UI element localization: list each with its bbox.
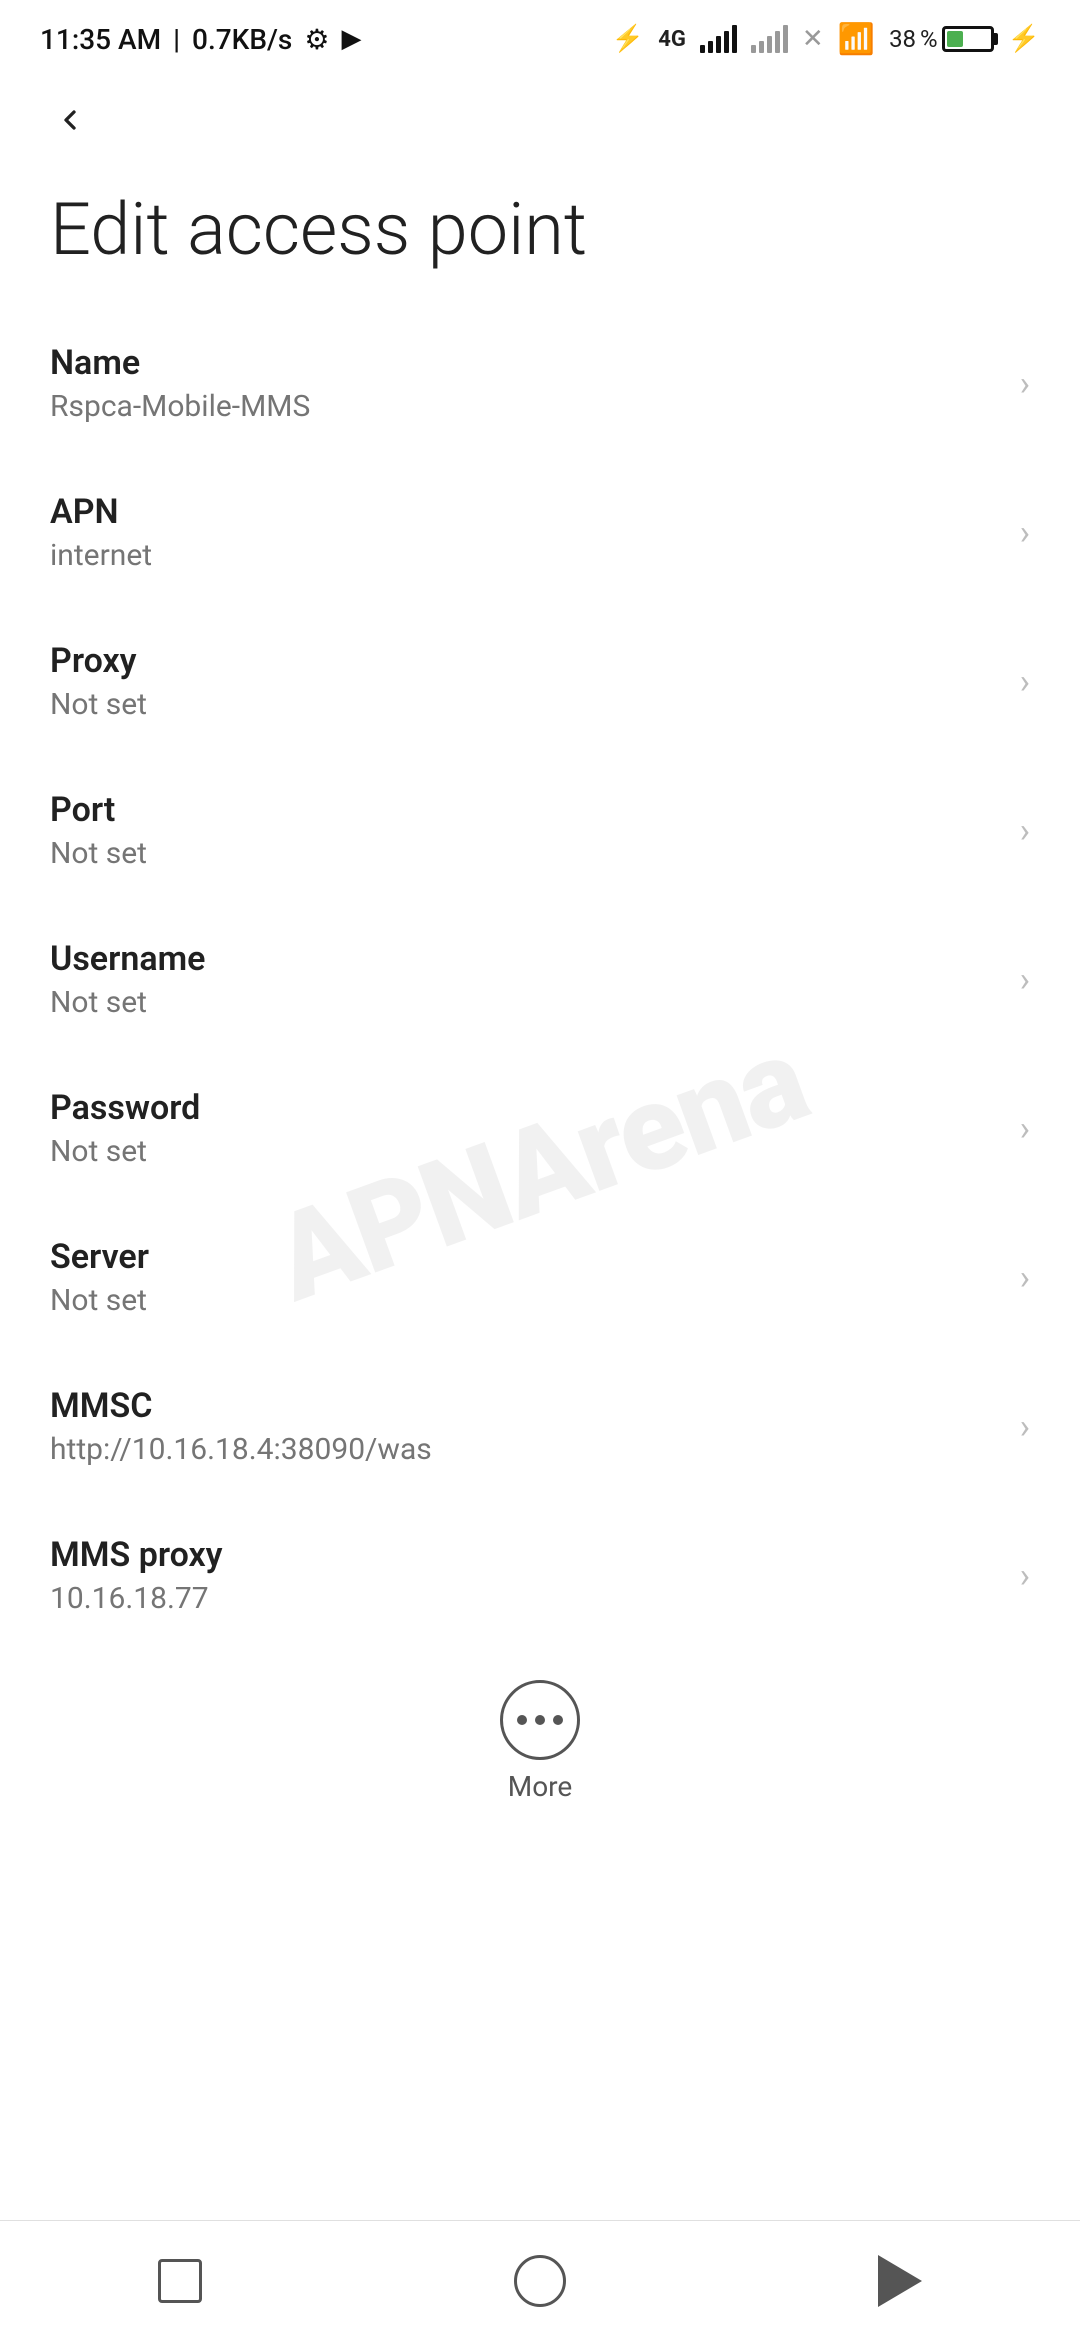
- settings-item-mms-proxy[interactable]: MMS proxy 10.16.18.77 ›: [0, 1501, 1080, 1650]
- battery-percent: 38: [889, 25, 916, 53]
- settings-item-content-proxy: Proxy Not set: [50, 641, 1000, 722]
- back-icon: [878, 2255, 922, 2307]
- settings-item-title-username: Username: [50, 939, 1000, 979]
- dot-2: [535, 1715, 545, 1725]
- time-display: 11:35 AM: [40, 23, 161, 56]
- settings-item-title-server: Server: [50, 1237, 1000, 1277]
- recents-icon: [158, 2259, 202, 2303]
- status-left: 11:35 AM | 0.7KB/s ⚙ ▶: [40, 23, 361, 56]
- settings-item-value-port: Not set: [50, 836, 1000, 871]
- settings-item-title-apn: APN: [50, 492, 1000, 532]
- settings-item-server[interactable]: Server Not set ›: [0, 1203, 1080, 1352]
- settings-item-title-port: Port: [50, 790, 1000, 830]
- settings-item-title-mmsc: MMSC: [50, 1386, 1000, 1426]
- battery-box: [942, 26, 994, 52]
- signal-bars-1: [700, 25, 737, 53]
- settings-item-value-password: Not set: [50, 1134, 1000, 1169]
- settings-item-title-mms-proxy: MMS proxy: [50, 1535, 1000, 1575]
- settings-item-name[interactable]: Name Rspca-Mobile-MMS ›: [0, 309, 1080, 458]
- settings-item-content-mms-proxy: MMS proxy 10.16.18.77: [50, 1535, 1000, 1616]
- settings-item-value-mms-proxy: 10.16.18.77: [50, 1581, 1000, 1616]
- chevron-icon-name: ›: [1020, 364, 1030, 404]
- settings-item-content-username: Username Not set: [50, 939, 1000, 1020]
- chevron-icon-mmsc: ›: [1020, 1407, 1030, 1447]
- settings-item-apn[interactable]: APN internet ›: [0, 458, 1080, 607]
- settings-item-value-mmsc: http://10.16.18.4:38090/was: [50, 1432, 1000, 1467]
- settings-item-value-apn: internet: [50, 538, 1000, 573]
- status-bar: 11:35 AM | 0.7KB/s ⚙ ▶ ⚡ 4G ✕ 📶: [0, 0, 1080, 70]
- separator: |: [173, 23, 180, 56]
- settings-item-content-apn: APN internet: [50, 492, 1000, 573]
- nav-bar: [0, 2220, 1080, 2340]
- chevron-icon-port: ›: [1020, 811, 1030, 851]
- nav-back-button[interactable]: [860, 2241, 940, 2321]
- settings-item-value-proxy: Not set: [50, 687, 1000, 722]
- bluetooth-icon: ⚡: [612, 24, 644, 54]
- settings-item-password[interactable]: Password Not set ›: [0, 1054, 1080, 1203]
- network-type: 4G: [658, 27, 686, 52]
- status-right: ⚡ 4G ✕ 📶 38 %: [612, 22, 1040, 57]
- nav-home-button[interactable]: [500, 2241, 580, 2321]
- nav-recents-button[interactable]: [140, 2241, 220, 2321]
- dot-1: [517, 1715, 527, 1725]
- gear-icon: ⚙: [304, 23, 329, 56]
- no-signal-icon: ✕: [802, 24, 824, 54]
- settings-item-content-port: Port Not set: [50, 790, 1000, 871]
- settings-item-content-mmsc: MMSC http://10.16.18.4:38090/was: [50, 1386, 1000, 1467]
- settings-item-value-name: Rspca-Mobile-MMS: [50, 389, 1000, 424]
- more-dots-icon: [517, 1715, 563, 1725]
- settings-item-value-username: Not set: [50, 985, 1000, 1020]
- more-button[interactable]: [500, 1680, 580, 1760]
- battery-container: 38 %: [889, 25, 994, 53]
- more-label: More: [508, 1770, 573, 1803]
- settings-item-title-name: Name: [50, 343, 1000, 383]
- battery-percent-sign: %: [920, 25, 938, 53]
- wifi-icon: 📶: [838, 22, 875, 57]
- battery-fill: [947, 31, 963, 47]
- settings-item-port[interactable]: Port Not set ›: [0, 756, 1080, 905]
- settings-list: Name Rspca-Mobile-MMS › APN internet › P…: [0, 309, 1080, 1650]
- chevron-icon-password: ›: [1020, 1109, 1030, 1149]
- dot-3: [553, 1715, 563, 1725]
- home-icon: [514, 2255, 566, 2307]
- signal-bars-2: [751, 25, 788, 53]
- chevron-icon-server: ›: [1020, 1258, 1030, 1298]
- chevron-icon-proxy: ›: [1020, 662, 1030, 702]
- chevron-icon-apn: ›: [1020, 513, 1030, 553]
- settings-item-content-password: Password Not set: [50, 1088, 1000, 1169]
- video-icon: ▶: [341, 24, 361, 54]
- settings-item-username[interactable]: Username Not set ›: [0, 905, 1080, 1054]
- settings-item-value-server: Not set: [50, 1283, 1000, 1318]
- settings-item-title-proxy: Proxy: [50, 641, 1000, 681]
- settings-item-proxy[interactable]: Proxy Not set ›: [0, 607, 1080, 756]
- settings-item-content-server: Server Not set: [50, 1237, 1000, 1318]
- chevron-icon-mms-proxy: ›: [1020, 1556, 1030, 1596]
- back-button[interactable]: [40, 90, 100, 150]
- more-section: More: [0, 1650, 1080, 1823]
- charge-icon: ⚡: [1008, 24, 1040, 54]
- toolbar: [0, 70, 1080, 160]
- page-title: Edit access point: [0, 160, 1080, 309]
- settings-item-title-password: Password: [50, 1088, 1000, 1128]
- speed-display: 0.7KB/s: [192, 23, 292, 56]
- main-content: Name Rspca-Mobile-MMS › APN internet › P…: [0, 309, 1080, 1963]
- settings-item-content-name: Name Rspca-Mobile-MMS: [50, 343, 1000, 424]
- chevron-icon-username: ›: [1020, 960, 1030, 1000]
- settings-item-mmsc[interactable]: MMSC http://10.16.18.4:38090/was ›: [0, 1352, 1080, 1501]
- back-arrow-icon: [54, 104, 86, 136]
